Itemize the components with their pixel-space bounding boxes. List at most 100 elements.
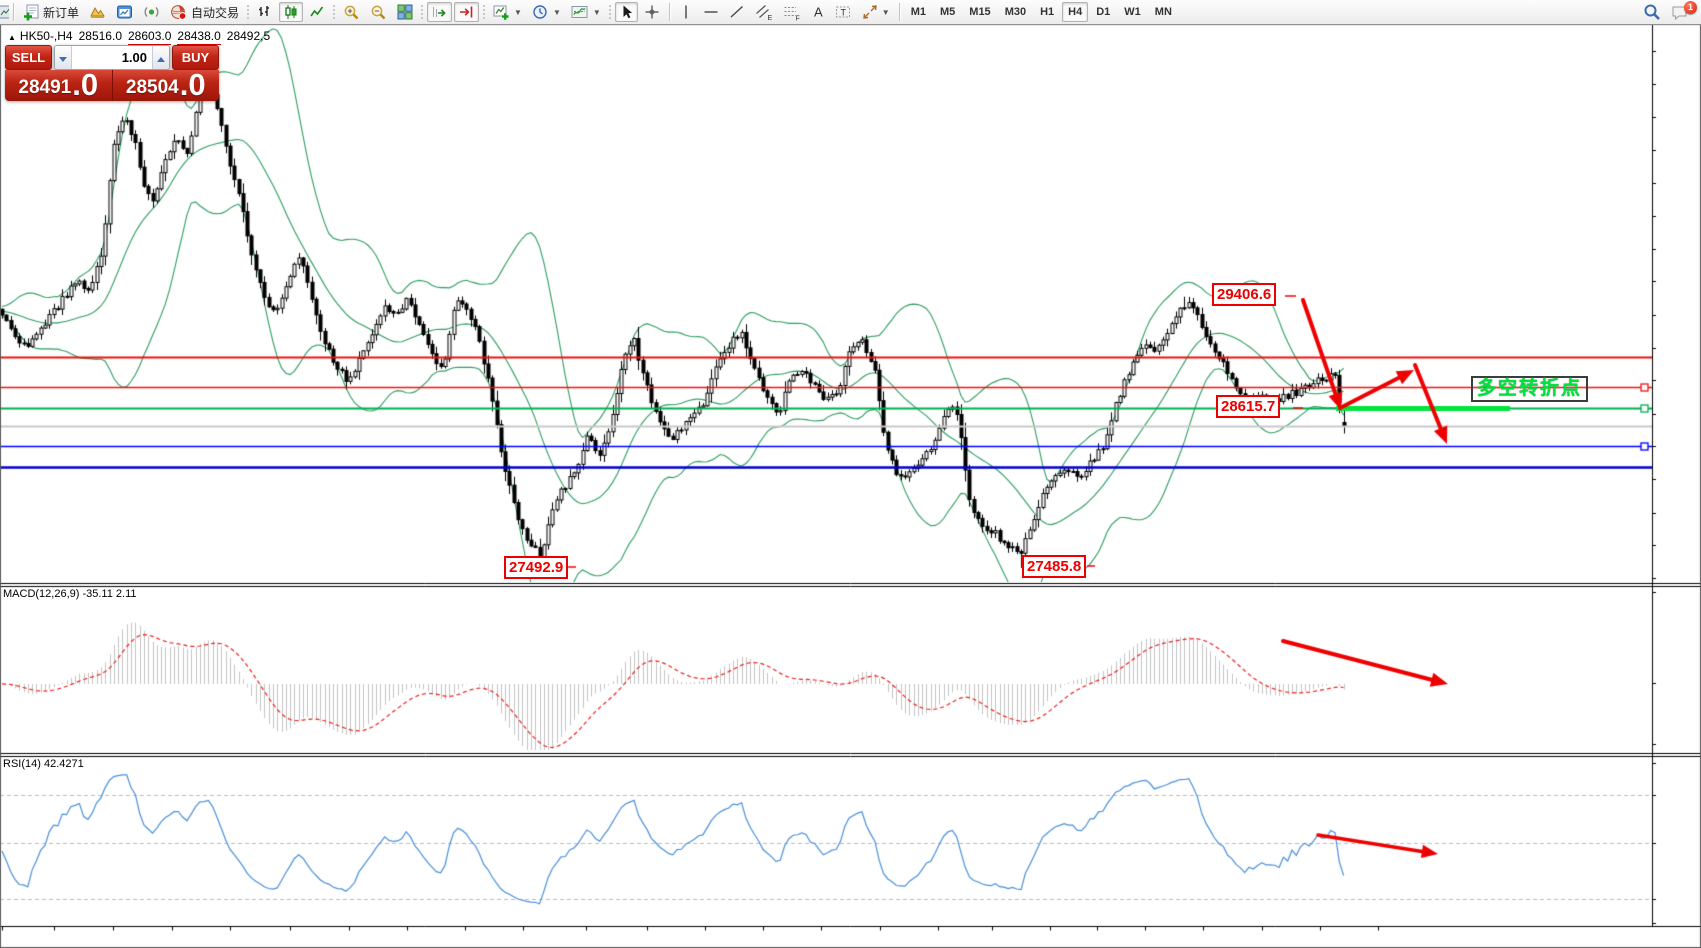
toolbar-grip <box>482 4 486 20</box>
timeframe-button-d1[interactable]: D1 <box>1090 2 1116 22</box>
horizontal-line-button[interactable] <box>699 2 723 22</box>
timeframe-group: M1M5M15M30H1H4D1W1MN <box>904 2 1179 22</box>
fibonacci-icon: F <box>783 4 801 21</box>
price-annotation[interactable]: 29406.6 <box>1212 283 1276 306</box>
svg-text:A: A <box>814 5 823 20</box>
new-order-label: 新订单 <box>43 4 79 21</box>
timeframe-button-m1[interactable]: M1 <box>905 2 932 22</box>
volume-input[interactable] <box>72 46 152 69</box>
tile-windows-icon <box>397 4 413 20</box>
sell-price-main: 28491 <box>18 77 71 99</box>
volume-decrease-button[interactable] <box>55 46 72 69</box>
templates-icon <box>571 4 589 20</box>
horizontal-line-icon <box>703 4 719 20</box>
new-order-button[interactable]: 新订单 <box>19 2 83 22</box>
channel-button[interactable]: E <box>751 2 777 22</box>
indicators-icon <box>493 4 510 20</box>
indicators-button[interactable]: ▼ <box>489 2 526 22</box>
crosshair-icon <box>644 4 660 20</box>
trading-platform-window: 新订单 自动交易 <box>0 0 1701 948</box>
text-label-icon: T <box>835 4 852 20</box>
line-chart-icon <box>309 4 325 20</box>
auto-trading-button[interactable]: 自动交易 <box>166 2 243 22</box>
chat-button[interactable]: 1 <box>1667 2 1694 22</box>
toolbar-grip <box>332 4 336 20</box>
chart-shift-icon <box>458 4 475 20</box>
text-button[interactable]: A <box>807 2 829 22</box>
search-button[interactable] <box>1639 2 1665 22</box>
macd-label: MACD(12,26,9) -35.11 2.11 <box>3 588 137 600</box>
svg-text:E: E <box>767 15 772 21</box>
signals-icon <box>143 4 160 20</box>
market-watch-button[interactable] <box>112 2 137 22</box>
timeframe-button-h1[interactable]: H1 <box>1034 2 1060 22</box>
cursor-button[interactable] <box>615 2 638 22</box>
arrows-icon <box>862 4 878 20</box>
timeframe-button-w1[interactable]: W1 <box>1118 2 1147 22</box>
volume-increase-button[interactable] <box>152 46 169 69</box>
search-icon <box>1643 3 1661 21</box>
auto-scroll-button[interactable] <box>427 2 452 22</box>
chevron-down-icon: ▼ <box>882 8 890 17</box>
bar-chart-button[interactable] <box>253 2 277 22</box>
tile-windows-button[interactable] <box>393 2 417 22</box>
timeframe-button-m15[interactable]: M15 <box>963 2 996 22</box>
timeframe-button-m30[interactable]: M30 <box>999 2 1032 22</box>
rsi-label: RSI(14) 42.4271 <box>3 758 84 770</box>
templates-button[interactable]: ▼ <box>567 2 605 22</box>
sell-button[interactable]: SELL <box>5 45 52 70</box>
zoom-in-button[interactable] <box>339 2 364 22</box>
notification-badge: 1 <box>1684 1 1697 14</box>
arrows-button[interactable]: ▼ <box>858 2 894 22</box>
chart-canvas[interactable] <box>0 0 1701 948</box>
vertical-line-icon <box>679 4 693 20</box>
auto-trading-label: 自动交易 <box>191 4 239 21</box>
text-label-button[interactable]: T <box>831 2 856 22</box>
fibonacci-button[interactable]: F <box>779 2 805 22</box>
market-watch-icon <box>116 4 133 20</box>
line-chart-button[interactable] <box>305 2 329 22</box>
timeframe-button-h4[interactable]: H4 <box>1062 2 1088 22</box>
price-annotation[interactable]: 27492.9 <box>504 556 568 579</box>
chevron-down-icon: ▼ <box>593 8 601 17</box>
ohlc-close: 28492,5 <box>227 29 270 43</box>
price-annotation[interactable]: 28615.7 <box>1216 395 1280 418</box>
turning-point-label[interactable]: 多空转折点 <box>1471 376 1588 402</box>
toolbar-separator <box>899 3 900 21</box>
candlestick-chart-button[interactable] <box>279 2 303 22</box>
chevron-down-icon: ▼ <box>553 8 561 17</box>
one-click-trading-panel: SELL BUY 28491.0 28504.0 <box>5 45 219 101</box>
auto-scroll-icon <box>431 4 448 20</box>
timeframe-button-mn[interactable]: MN <box>1149 2 1178 22</box>
auto-trading-icon <box>170 4 188 21</box>
symbol-header: ▲HK50-,H428516.028603.028438.028492,5 <box>8 29 276 43</box>
profile-icon <box>89 4 106 20</box>
ohlc-high: 28603.0 <box>128 29 171 45</box>
collapse-quote-icon: ▲ <box>8 33 16 42</box>
signals-button[interactable] <box>139 2 164 22</box>
main-toolbar: 新订单 自动交易 <box>0 0 1701 25</box>
triangle-up-icon <box>157 57 165 62</box>
zoom-in-icon <box>343 4 360 21</box>
sell-price-display[interactable]: 28491.0 <box>5 70 113 101</box>
crosshair-button[interactable] <box>640 2 664 22</box>
profile-button[interactable] <box>85 2 110 22</box>
toolbar-grip <box>608 4 612 20</box>
chevron-down-icon: ▼ <box>514 8 522 17</box>
sell-price-pips: .0 <box>72 71 98 99</box>
timeframe-button-m5[interactable]: M5 <box>934 2 961 22</box>
toolbar-grip <box>420 4 424 20</box>
price-annotation[interactable]: 27485.8 <box>1022 555 1086 578</box>
periods-button[interactable]: ▼ <box>528 2 565 22</box>
trendline-button[interactable] <box>725 2 749 22</box>
toolbar-separator <box>13 3 14 21</box>
zoom-out-button[interactable] <box>366 2 391 22</box>
candlestick-chart-icon <box>283 4 299 20</box>
vertical-line-button[interactable] <box>675 2 697 22</box>
cursor-icon <box>619 4 634 20</box>
volume-control <box>54 45 170 70</box>
zoom-out-icon <box>370 4 387 21</box>
symbol-title: HK50-,H4 <box>20 29 73 43</box>
chart-shift-button[interactable] <box>454 2 479 22</box>
buy-price-display[interactable]: 28504.0 <box>113 70 220 101</box>
